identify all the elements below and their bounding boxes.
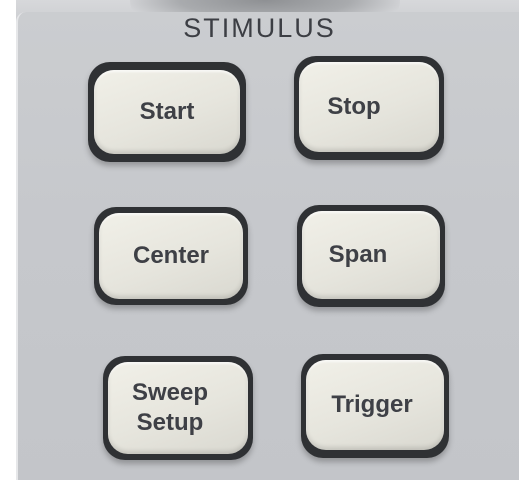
stop-key[interactable]: Stop — [299, 62, 439, 152]
trigger-key[interactable]: Trigger — [306, 360, 444, 450]
start-key[interactable]: Start — [94, 70, 240, 154]
stop-key-label: Stop — [327, 93, 381, 120]
start-key-label: Start — [139, 98, 195, 125]
sweep-setup-key[interactable]: Sweep Setup — [108, 362, 248, 454]
center-key[interactable]: Center — [99, 213, 243, 299]
section-title-stimulus: STIMULUS — [183, 13, 336, 43]
trigger-key-label: Trigger — [331, 391, 413, 418]
stimulus-panel: STIMULUS Start Stop Center Span Sweep Se… — [0, 0, 519, 480]
span-key[interactable]: Span — [302, 211, 440, 299]
span-key-label: Span — [328, 241, 388, 268]
center-key-label: Center — [132, 242, 210, 269]
sweep-setup-key-label: Sweep Setup — [131, 379, 209, 436]
